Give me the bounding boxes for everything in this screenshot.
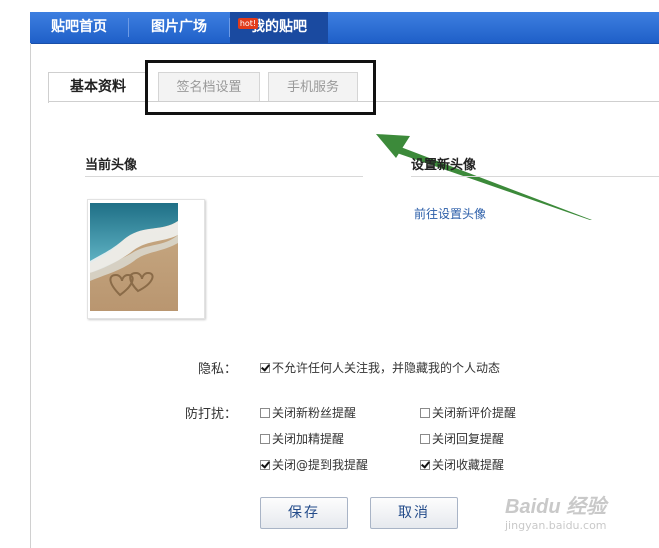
privacy-option[interactable]: 不允许任何人关注我，并隐藏我的个人动态 xyxy=(260,360,500,376)
featured-checkbox[interactable] xyxy=(260,434,270,444)
option-reply[interactable]: 关闭回复提醒 xyxy=(420,431,504,447)
new-fans-checkbox[interactable] xyxy=(260,408,270,418)
nav-home[interactable]: 贴吧首页 xyxy=(30,12,128,43)
save-button[interactable]: 保存 xyxy=(260,497,348,529)
current-avatar-title: 当前头像 xyxy=(85,158,138,173)
content-left-border xyxy=(30,43,31,548)
option-mention[interactable]: 关闭@提到我提醒 xyxy=(260,457,368,473)
option-label: 关闭新粉丝提醒 xyxy=(272,406,357,420)
disturb-label: 防打扰： xyxy=(185,407,238,422)
top-nav: 贴吧首页 图片广场 我的贴吧 hot! xyxy=(30,12,659,44)
option-label: 关闭回复提醒 xyxy=(432,432,505,446)
tab-basic-info[interactable]: 基本资料 xyxy=(48,72,148,103)
privacy-checkbox[interactable] xyxy=(260,363,270,373)
baidu-jingyan-watermark: Baidu 经验 jingyan.baidu.com xyxy=(505,490,607,532)
avatar xyxy=(87,199,205,319)
privacy-option-label: 不允许任何人关注我，并隐藏我的个人动态 xyxy=(272,361,501,375)
option-label: 关闭新评价提醒 xyxy=(432,406,517,420)
option-label: 关闭收藏提醒 xyxy=(432,458,505,472)
option-featured[interactable]: 关闭加精提醒 xyxy=(260,431,344,447)
option-label: 关闭@提到我提醒 xyxy=(272,458,369,472)
favorite-checkbox[interactable] xyxy=(420,460,430,470)
reply-checkbox[interactable] xyxy=(420,434,430,444)
watermark-brand: Baidu 经验 xyxy=(505,496,607,518)
nav-picture-square[interactable]: 图片广场 xyxy=(129,12,229,43)
option-new-review[interactable]: 关闭新评价提醒 xyxy=(420,405,516,421)
cancel-button[interactable]: 取消 xyxy=(370,497,458,529)
avatar-image xyxy=(90,203,178,311)
set-avatar-link[interactable]: 前往设置头像 xyxy=(414,205,486,222)
watermark-url: jingyan.baidu.com xyxy=(505,519,607,532)
option-favorite[interactable]: 关闭收藏提醒 xyxy=(420,457,504,473)
option-label: 关闭加精提醒 xyxy=(272,432,345,446)
mention-checkbox[interactable] xyxy=(260,460,270,470)
hot-badge: hot! xyxy=(238,18,258,29)
current-avatar-rule xyxy=(85,176,363,177)
set-avatar-title: 设置新头像 xyxy=(411,158,477,173)
new-review-checkbox[interactable] xyxy=(420,408,430,418)
set-avatar-rule xyxy=(411,176,659,177)
highlight-box xyxy=(145,60,376,115)
option-new-fans[interactable]: 关闭新粉丝提醒 xyxy=(260,405,356,421)
privacy-label: 隐私： xyxy=(198,362,238,377)
